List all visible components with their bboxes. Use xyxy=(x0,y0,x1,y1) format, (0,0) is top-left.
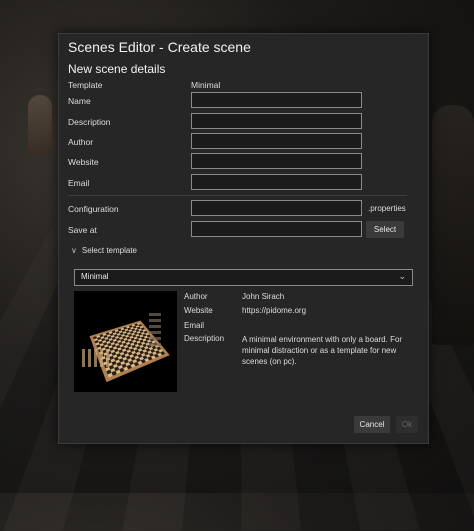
save-at-label: Save at xyxy=(68,225,97,235)
template-dropdown-value: Minimal xyxy=(81,272,109,281)
save-at-field[interactable] xyxy=(191,221,362,237)
chevron-down-icon: ∨ xyxy=(71,246,77,255)
select-template-expander[interactable]: ∨ Select template xyxy=(71,246,137,255)
chevron-down-icon: ⌄ xyxy=(398,271,406,281)
background-king xyxy=(432,105,474,345)
author-label: Author xyxy=(68,137,94,147)
info-website-label: Website xyxy=(184,306,213,315)
website-label: Website xyxy=(68,157,99,167)
info-description-value: A minimal environment with only a board.… xyxy=(242,335,403,366)
template-dropdown[interactable]: Minimal ⌄ xyxy=(74,269,413,286)
separator xyxy=(68,195,407,196)
template-value: Minimal xyxy=(191,80,221,90)
dialog-title: Scenes Editor - Create scene xyxy=(68,39,251,55)
section-title: New scene details xyxy=(68,62,166,76)
configuration-field[interactable] xyxy=(191,200,362,216)
info-author-label: Author xyxy=(184,292,208,301)
configuration-label: Configuration xyxy=(68,204,119,214)
template-preview-image xyxy=(74,291,177,392)
chess-pieces-preview xyxy=(82,349,112,367)
create-scene-dialog: Scenes Editor - Create scene New scene d… xyxy=(58,33,429,444)
info-description-label: Description xyxy=(184,334,225,343)
cancel-button[interactable]: Cancel xyxy=(354,416,390,433)
info-website-value: https://pidome.org xyxy=(242,306,307,315)
description-label: Description xyxy=(68,117,111,127)
info-author-value: John Sirach xyxy=(242,292,285,301)
configuration-suffix: .properties xyxy=(368,204,406,213)
name-field[interactable] xyxy=(191,92,362,108)
select-template-label: Select template xyxy=(81,246,137,255)
ok-button[interactable]: Ok xyxy=(396,416,418,433)
email-field[interactable] xyxy=(191,174,362,190)
email-label: Email xyxy=(68,178,90,188)
name-label: Name xyxy=(68,96,91,106)
website-field[interactable] xyxy=(191,153,362,169)
author-field[interactable] xyxy=(191,133,362,149)
info-email-label: Email xyxy=(184,321,205,330)
template-label: Template xyxy=(68,80,103,90)
description-field[interactable] xyxy=(191,113,362,129)
select-button[interactable]: Select xyxy=(366,221,404,238)
chess-pieces-preview xyxy=(149,313,161,347)
background-pawn xyxy=(28,95,52,155)
